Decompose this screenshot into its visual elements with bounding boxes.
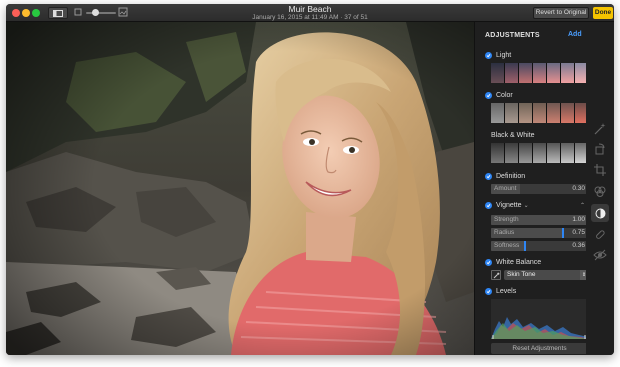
section-levels-title: Levels — [496, 288, 517, 295]
section-vignette-title: Vignette — [496, 202, 522, 209]
image-large-icon — [118, 7, 128, 17]
vignette-softness-value: 0.36 — [572, 242, 585, 249]
section-definition[interactable]: Definition — [485, 173, 525, 180]
red-eye-icon[interactable] — [593, 248, 607, 262]
vignette-strength-value: 1.00 — [572, 216, 585, 223]
light-enabled-checkbox[interactable] — [485, 52, 492, 59]
vignette-softness-slider[interactable]: Softness 0.36 — [491, 241, 588, 251]
window-title: Muir Beach — [288, 4, 332, 14]
section-black-white[interactable]: Black & White — [491, 132, 535, 139]
vignette-dropdown-chevron-icon[interactable]: ⌄ — [524, 202, 529, 209]
close-window-button[interactable] — [12, 9, 20, 17]
zoom-slider-track[interactable] — [86, 12, 116, 14]
minimize-window-button[interactable] — [22, 9, 30, 17]
vignette-radius-label: Radius — [494, 229, 515, 236]
levels-enabled-checkbox[interactable] — [485, 288, 492, 295]
vignette-softness-marker[interactable] — [523, 241, 526, 251]
vignette-radius-marker[interactable] — [561, 228, 564, 238]
histogram-graph — [491, 317, 588, 339]
section-color-title: Color — [496, 92, 513, 99]
color-thumbnail-strip[interactable] — [491, 103, 588, 123]
definition-enabled-checkbox[interactable] — [485, 173, 492, 180]
photos-window: Muir Beach January 16, 2015 at 11:49 AM … — [6, 4, 614, 355]
adjust-icon — [595, 208, 605, 218]
vignette-strength-slider[interactable]: Strength 1.00 — [491, 215, 588, 225]
vignette-radius-slider[interactable]: Radius 0.75 — [491, 228, 588, 238]
color-enabled-checkbox[interactable] — [485, 92, 492, 99]
photo-image — [6, 22, 474, 355]
definition-amount-value: 0.30 — [572, 185, 585, 192]
section-bw-title: Black & White — [491, 132, 535, 139]
section-color[interactable]: Color — [485, 92, 513, 99]
definition-amount-label: Amount — [494, 185, 517, 192]
photo-canvas[interactable] — [6, 22, 474, 355]
eyedropper-button[interactable] — [491, 270, 501, 280]
filters-icon[interactable] — [593, 184, 607, 198]
window-title-block: Muir Beach January 16, 2015 at 11:49 AM … — [206, 5, 414, 22]
section-light-title: Light — [496, 52, 512, 59]
adjust-tool-button[interactable] — [591, 204, 609, 222]
white-balance-mode-value: Skin Tone — [507, 271, 536, 278]
adjustments-panel: ADJUSTMENTS Add Light Color Black & Whit… — [474, 22, 588, 355]
eyedropper-icon — [493, 272, 499, 278]
done-button[interactable]: Done — [593, 7, 613, 19]
vignette-strength-label: Strength — [494, 216, 519, 223]
definition-amount-slider[interactable]: Amount 0.30 — [491, 184, 588, 194]
sidebar-toggle-button[interactable] — [48, 7, 68, 19]
rotate-icon[interactable] — [593, 142, 607, 156]
vignette-softness-label: Softness — [494, 242, 520, 249]
title-bar: Muir Beach January 16, 2015 at 11:49 AM … — [6, 4, 614, 22]
light-thumbnail-strip[interactable] — [491, 63, 588, 83]
add-adjustment-button[interactable]: Add — [568, 31, 582, 38]
white-balance-enabled-checkbox[interactable] — [485, 259, 492, 266]
reset-adjustments-button[interactable]: Reset Adjustments — [491, 343, 588, 354]
vignette-collapse-chevron-icon[interactable]: ⌃ — [580, 202, 585, 209]
zoom-slider-knob[interactable] — [92, 9, 99, 16]
levels-histogram[interactable] — [491, 299, 588, 339]
bw-thumbnail-strip[interactable] — [491, 143, 588, 163]
adjustments-header: ADJUSTMENTS — [485, 32, 540, 39]
image-small-icon — [74, 8, 82, 16]
revert-to-original-button[interactable]: Revert to Original — [533, 7, 589, 19]
enhance-icon[interactable] — [593, 122, 607, 136]
section-definition-title: Definition — [496, 173, 526, 180]
sidebar-icon — [53, 9, 63, 17]
window-subtitle: January 16, 2015 at 11:49 AM · 37 of 51 — [252, 14, 368, 21]
section-white-balance-title: White Balance — [496, 259, 542, 266]
white-balance-controls: Skin Tone ⇕ — [491, 270, 588, 280]
fullscreen-window-button[interactable] — [32, 9, 40, 17]
vignette-radius-value: 0.75 — [572, 229, 585, 236]
section-vignette[interactable]: Vignette ⌄ — [485, 202, 529, 209]
retouch-icon[interactable] — [593, 228, 607, 242]
tool-strip — [586, 22, 614, 355]
vignette-enabled-checkbox[interactable] — [485, 202, 492, 209]
white-balance-mode-select[interactable]: Skin Tone ⇕ — [504, 270, 588, 280]
section-light[interactable]: Light — [485, 52, 511, 59]
section-white-balance[interactable]: White Balance — [485, 259, 541, 266]
crop-icon[interactable] — [593, 163, 607, 177]
section-levels[interactable]: Levels — [485, 288, 516, 295]
